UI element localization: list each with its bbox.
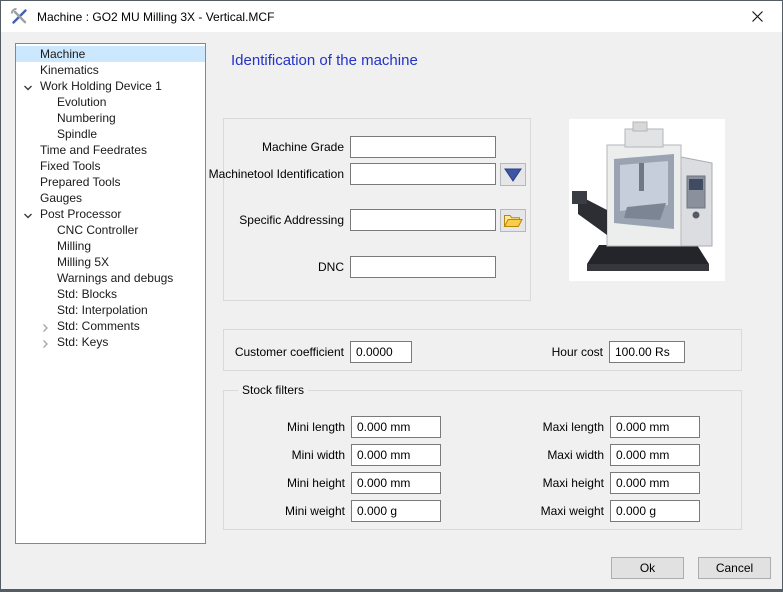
tree-item-numbering[interactable]: Numbering xyxy=(16,110,205,126)
tree-item-gauges[interactable]: Gauges xyxy=(16,190,205,206)
mini-weight-input[interactable] xyxy=(351,500,441,522)
mini-width-input[interactable] xyxy=(351,444,441,466)
tree-item-label: Milling 5X xyxy=(57,255,109,269)
tree-item-label: CNC Controller xyxy=(57,223,138,237)
tree-item-std-comments[interactable]: Std: Comments xyxy=(16,318,205,334)
tree-item-machine[interactable]: Machine xyxy=(16,46,205,62)
machine-tree: Machine Kinematics Work Holding Device 1 Ev… xyxy=(15,43,206,544)
maxi-height-label: Maxi height xyxy=(543,472,604,494)
dropdown-triangle-icon xyxy=(504,168,522,182)
dnc-label: DNC xyxy=(318,256,344,278)
mini-height-label: Mini height xyxy=(287,472,345,494)
tree-item-label: Std: Comments xyxy=(57,319,140,333)
tree-item-label: Milling xyxy=(57,239,91,253)
tree-item-work-holding-device-1[interactable]: Work Holding Device 1 xyxy=(16,78,205,94)
open-folder-icon xyxy=(503,213,523,229)
maxi-height-input[interactable] xyxy=(610,472,700,494)
tree-item-label: Spindle xyxy=(57,127,97,141)
tree-item-label: Gauges xyxy=(40,191,82,205)
tree-item-time-and-feedrates[interactable]: Time and Feedrates xyxy=(16,142,205,158)
tree-item-label: Std: Keys xyxy=(57,335,108,349)
mini-length-label: Mini length xyxy=(287,416,345,438)
tree-item-fixed-tools[interactable]: Fixed Tools xyxy=(16,158,205,174)
mini-length-input[interactable] xyxy=(351,416,441,438)
specific-addressing-label: Specific Addressing xyxy=(239,209,344,231)
mini-weight-label: Mini weight xyxy=(285,500,345,522)
tree-item-label: Numbering xyxy=(57,111,116,125)
chevron-right-icon[interactable] xyxy=(40,337,50,347)
milling-machine-illustration xyxy=(569,119,725,281)
machine-photo xyxy=(569,119,725,281)
tree-item-prepared-tools[interactable]: Prepared Tools xyxy=(16,174,205,190)
tree-item-label: Time and Feedrates xyxy=(40,143,147,157)
machinetool-identification-label: Machinetool Identification xyxy=(209,163,344,185)
tree-item-milling[interactable]: Milling xyxy=(16,238,205,254)
tree-item-label: Fixed Tools xyxy=(40,159,100,173)
tree-item-label: Warnings and debugs xyxy=(57,271,173,285)
tools-icon xyxy=(10,7,29,26)
tree-item-cnc-controller[interactable]: CNC Controller xyxy=(16,222,205,238)
close-button[interactable] xyxy=(740,4,774,29)
tree-item-spindle[interactable]: Spindle xyxy=(16,126,205,142)
tree-item-label: Evolution xyxy=(57,95,106,109)
customer-coefficient-input[interactable] xyxy=(350,341,412,363)
titlebar: Machine : GO2 MU Milling 3X - Vertical.M… xyxy=(1,1,782,32)
ok-button[interactable]: Ok xyxy=(611,557,684,579)
maxi-width-input[interactable] xyxy=(610,444,700,466)
tree-item-label: Kinematics xyxy=(40,63,99,77)
tree-item-label: Std: Blocks xyxy=(57,287,117,301)
tree-item-label: Work Holding Device 1 xyxy=(40,79,162,93)
maxi-weight-label: Maxi weight xyxy=(541,500,604,522)
maxi-length-input[interactable] xyxy=(610,416,700,438)
tree-item-milling-5x[interactable]: Milling 5X xyxy=(16,254,205,270)
cancel-button[interactable]: Cancel xyxy=(698,557,771,579)
maxi-length-label: Maxi length xyxy=(543,416,604,438)
tree-item-label: Std: Interpolation xyxy=(57,303,148,317)
mini-width-label: Mini width xyxy=(292,444,345,466)
specific-addressing-input[interactable] xyxy=(350,209,496,231)
tree-item-label: Prepared Tools xyxy=(40,175,121,189)
page-title: Identification of the machine xyxy=(231,52,418,69)
close-icon xyxy=(751,10,764,23)
tree-item-post-processor[interactable]: Post Processor xyxy=(16,206,205,222)
machine-dialog: Machine : GO2 MU Milling 3X - Vertical.M… xyxy=(0,0,783,592)
dnc-input[interactable] xyxy=(350,256,496,278)
tree-item-std-interpolation[interactable]: Std: Interpolation xyxy=(16,302,205,318)
mini-height-input[interactable] xyxy=(351,472,441,494)
machinetool-identification-input[interactable] xyxy=(350,163,496,185)
machinetool-identification-dropdown-button[interactable] xyxy=(500,163,526,186)
stock-filters-groupbox: Stock filters Mini lengthMini widthMini … xyxy=(223,390,742,530)
tree-item-std-blocks[interactable]: Std: Blocks xyxy=(16,286,205,302)
tree-item-label: Machine xyxy=(40,47,85,61)
tree-item-label: Post Processor xyxy=(40,207,121,221)
hour-cost-input[interactable] xyxy=(609,341,685,363)
tree-item-warnings-and-debugs[interactable]: Warnings and debugs xyxy=(16,270,205,286)
chevron-right-icon[interactable] xyxy=(40,321,50,331)
chevron-down-icon[interactable] xyxy=(23,81,33,91)
stock-filters-legend: Stock filters xyxy=(238,383,308,397)
window-title: Machine : GO2 MU Milling 3X - Vertical.M… xyxy=(37,10,274,24)
chevron-down-icon[interactable] xyxy=(23,209,33,219)
machine-grade-input[interactable] xyxy=(350,136,496,158)
specific-addressing-browse-button[interactable] xyxy=(500,209,526,232)
machine-grade-label: Machine Grade xyxy=(262,136,344,158)
hour-cost-label: Hour cost xyxy=(552,341,603,363)
tree-item-evolution[interactable]: Evolution xyxy=(16,94,205,110)
maxi-weight-input[interactable] xyxy=(610,500,700,522)
customer-coefficient-label: Customer coefficient xyxy=(235,341,344,363)
maxi-width-label: Maxi width xyxy=(547,444,604,466)
tree-item-kinematics[interactable]: Kinematics xyxy=(16,62,205,78)
tree-item-std-keys[interactable]: Std: Keys xyxy=(16,334,205,350)
